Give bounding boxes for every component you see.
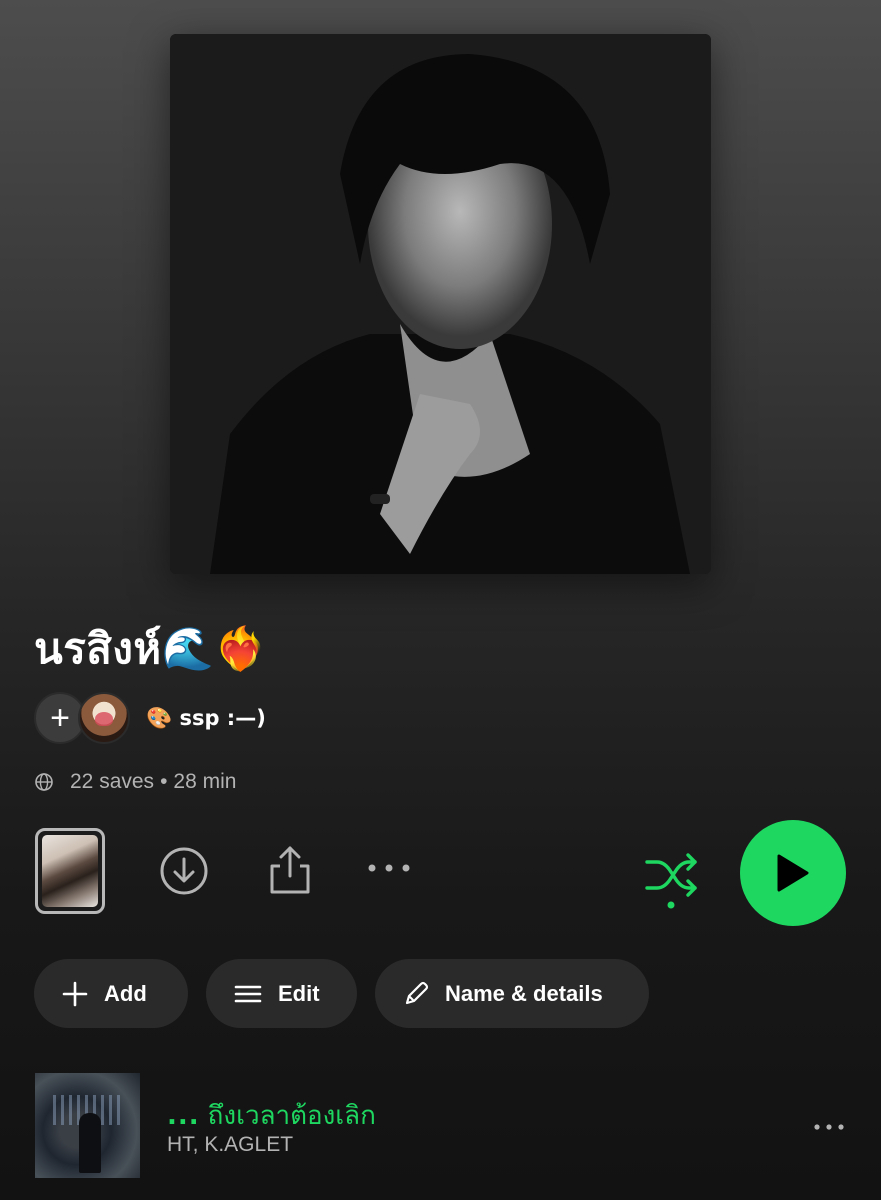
plus-icon [62, 981, 88, 1006]
play-button[interactable] [740, 820, 846, 926]
playlist-meta: 22 saves • 28 min [34, 770, 236, 794]
preview-thumbnail-image [42, 835, 98, 907]
globe-icon [35, 773, 53, 791]
details-label: Name & details [445, 980, 603, 1006]
track-row[interactable]: ... ถึงเวลาต้องเลิก HT, K.AGLET [35, 1073, 881, 1178]
owner-avatar[interactable] [78, 692, 130, 744]
track-artwork [35, 1073, 140, 1178]
owner-row: + 🎨 ssp :—) [34, 691, 266, 745]
add-label: Add [104, 980, 147, 1006]
playlist-duration: 28 min [173, 770, 237, 793]
playlist-title: นรสิงห์🌊❤️‍🔥 [34, 624, 268, 673]
track-artist: HT, K.AGLET [167, 1133, 294, 1156]
add-button[interactable]: Add [34, 959, 188, 1028]
track-more-options-icon[interactable] [813, 1123, 845, 1131]
shuffle-icon[interactable] [643, 848, 699, 910]
preview-thumbnail-button[interactable] [35, 828, 105, 914]
play-icon [777, 854, 809, 892]
more-options-icon[interactable] [366, 862, 412, 874]
playlist-chips: Add Edit Name & details [34, 959, 649, 1028]
edit-button[interactable]: Edit [206, 959, 357, 1028]
portrait-image [170, 34, 711, 574]
playlist-cover [170, 34, 711, 574]
owner-name[interactable]: 🎨 ssp :—) [146, 706, 266, 731]
meta-separator: • [160, 770, 168, 793]
plus-icon: + [50, 698, 70, 737]
track-title: ... ถึงเวลาต้องเลิก [167, 1095, 376, 1136]
list-icon [234, 985, 262, 1002]
edit-label: Edit [278, 980, 320, 1006]
track-title-text: ถึงเวลาต้องเลิก [207, 1101, 376, 1131]
share-icon[interactable] [268, 844, 312, 896]
action-bar [0, 820, 881, 926]
saves-count: 22 saves [70, 770, 155, 793]
pencil-icon [405, 981, 429, 1004]
name-and-details-button[interactable]: Name & details [375, 959, 649, 1028]
download-icon[interactable] [159, 846, 209, 896]
track-title-prefix: ... [167, 1101, 200, 1131]
